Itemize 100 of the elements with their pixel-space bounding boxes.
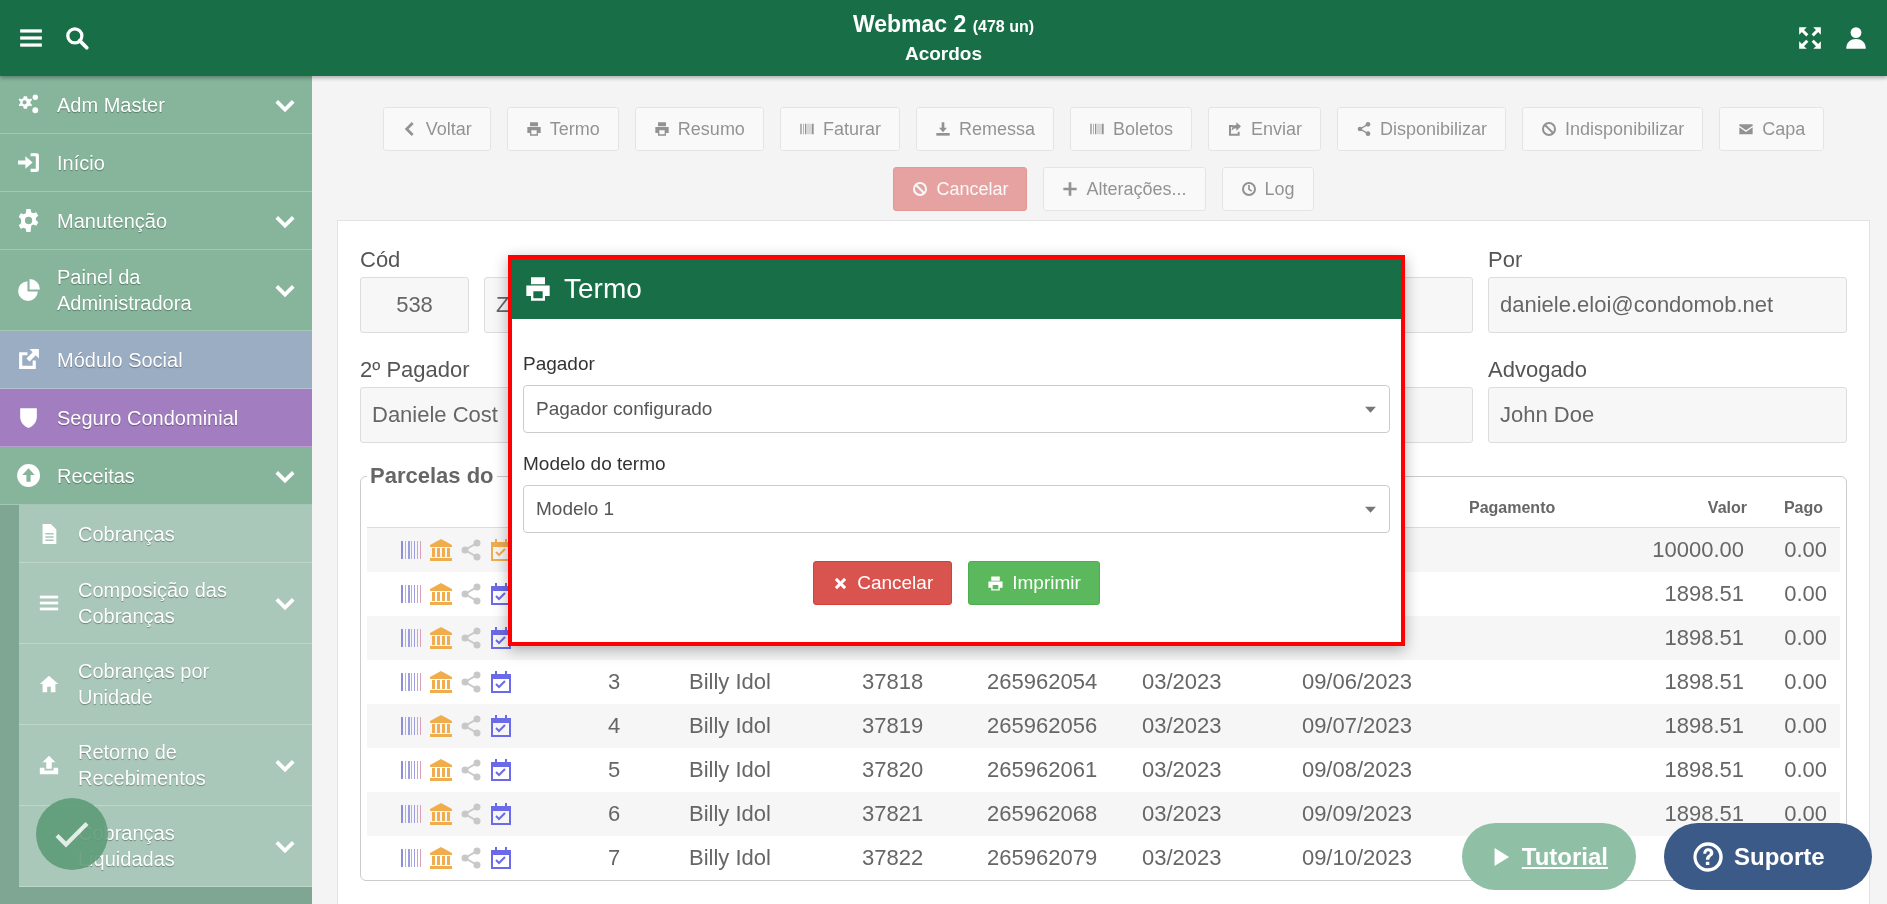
download-icon: [934, 121, 951, 137]
table-cell: 37820: [862, 757, 924, 782]
barcode-icon[interactable]: [399, 846, 423, 870]
tutorial-button[interactable]: Tutorial: [1462, 823, 1636, 890]
share-nodes-icon[interactable]: [459, 538, 483, 562]
calendar-icon[interactable]: [489, 802, 513, 826]
sidebar-item[interactable]: Painel da Administradora: [0, 250, 312, 331]
table-cell: 37822: [862, 845, 924, 870]
sidebar-subitem[interactable]: Retorno de Recebimentos: [19, 725, 312, 806]
table-cell: 265962079: [987, 845, 1098, 870]
dialog-button[interactable]: Imprimir: [968, 561, 1100, 605]
table-cell: 1898.51: [1664, 801, 1744, 826]
calendar-icon[interactable]: [489, 670, 513, 694]
sidebar-item[interactable]: Manutenção: [0, 192, 312, 250]
dropdown[interactable]: Pagador configurado: [523, 385, 1390, 433]
printer-icon: [525, 121, 542, 137]
sidebar-item[interactable]: Adm Master: [0, 76, 312, 134]
page-title: Acordos: [903, 43, 984, 65]
barcode-icon[interactable]: [399, 758, 423, 782]
calendar-icon[interactable]: [489, 758, 513, 782]
table-cell: 265962061: [987, 757, 1098, 782]
sidebar-subitem[interactable]: Cobranças por Unidade: [19, 644, 312, 725]
field-label: 2º Pagador: [360, 357, 470, 383]
dropdown[interactable]: Modelo 1: [523, 485, 1390, 533]
barcode-icon[interactable]: [399, 670, 423, 694]
table-cell: 03/2023: [1142, 757, 1222, 782]
table-cell: 0.00: [1784, 757, 1827, 782]
bank-icon[interactable]: [429, 714, 453, 738]
share-nodes-icon[interactable]: [459, 582, 483, 606]
table-cell: 7: [607, 845, 621, 870]
table-cell: 1898.51: [1664, 581, 1744, 606]
table-cell: 0.00: [1784, 537, 1827, 562]
user-icon[interactable]: [1843, 25, 1869, 51]
column-header: Pago: [1782, 499, 1824, 517]
table-cell: 0.00: [1784, 581, 1827, 606]
fullscreen-icon[interactable]: [1797, 25, 1823, 51]
barcode-icon[interactable]: [399, 626, 423, 650]
table-cell: 3: [607, 669, 621, 694]
support-button[interactable]: Suporte: [1664, 823, 1872, 890]
clock-icon: [1240, 181, 1257, 197]
share-nodes-icon[interactable]: [459, 670, 483, 694]
field-label: Advogado: [1488, 357, 1588, 383]
sidebar-subitem[interactable]: Composição das Cobranças: [19, 563, 312, 644]
table-cell: 265962056: [987, 713, 1098, 738]
field-label: Modelo do termo: [523, 453, 667, 475]
table-cell: 5: [607, 757, 621, 782]
share-nodes-icon[interactable]: [459, 626, 483, 650]
input-field[interactable]: daniele.eloi@condomob.net: [1488, 277, 1847, 333]
table-cell: 03/2023: [1142, 669, 1222, 694]
table-cell: Billy Idol: [689, 669, 771, 694]
field-label: Pagador: [523, 353, 596, 375]
calendar-icon[interactable]: [489, 714, 513, 738]
table-cell: 09/10/2023: [1301, 845, 1412, 870]
search-icon[interactable]: [64, 25, 90, 51]
barcode-icon[interactable]: [399, 538, 423, 562]
table-cell: 37821: [862, 801, 924, 826]
bank-icon[interactable]: [429, 802, 453, 826]
barcode-icon[interactable]: [399, 802, 423, 826]
bank-icon[interactable]: [429, 582, 453, 606]
share-nodes-icon: [1356, 121, 1373, 137]
share-nodes-icon[interactable]: [459, 802, 483, 826]
table-cell: 03/2023: [1142, 801, 1222, 826]
share-nodes-icon[interactable]: [459, 714, 483, 738]
input-field[interactable]: John Doe: [1488, 387, 1847, 443]
field-label: Por: [1488, 247, 1523, 273]
upload-icon: [38, 754, 60, 776]
units-count: (478 un): [972, 18, 1035, 35]
table-cell: 03/2023: [1142, 713, 1222, 738]
barcode-icon[interactable]: [399, 714, 423, 738]
sidebar-item[interactable]: Início: [0, 134, 312, 192]
bank-icon[interactable]: [429, 846, 453, 870]
table-cell: 37819: [862, 713, 924, 738]
bank-icon[interactable]: [429, 758, 453, 782]
dialog-title: Termo: [564, 273, 642, 305]
sidebar-item[interactable]: Seguro Condominial: [0, 389, 312, 447]
ban-icon: [1541, 121, 1558, 137]
bank-icon[interactable]: [429, 670, 453, 694]
table-cell: 1898.51: [1664, 713, 1744, 738]
table-cell: 0.00: [1784, 625, 1827, 650]
share-nodes-icon[interactable]: [459, 846, 483, 870]
printer-icon: [653, 121, 670, 137]
table-cell: Billy Idol: [689, 713, 771, 738]
table-cell: 0.00: [1784, 801, 1827, 826]
calendar-icon[interactable]: [489, 846, 513, 870]
input-field[interactable]: 538: [360, 277, 469, 333]
dialog-button[interactable]: Cancelar: [813, 561, 953, 605]
sidebar-item[interactable]: Receitas: [0, 447, 312, 505]
share-nodes-icon[interactable]: [459, 758, 483, 782]
table-cell: Billy Idol: [689, 801, 771, 826]
table-cell: Billy Idol: [689, 757, 771, 782]
bank-icon[interactable]: [429, 626, 453, 650]
column-header: Valor: [1706, 499, 1748, 517]
bank-icon[interactable]: [429, 538, 453, 562]
table-cell: 09/09/2023: [1301, 801, 1412, 826]
sidebar-subitem[interactable]: Cobranças: [19, 505, 312, 563]
gear-icon: [16, 208, 41, 233]
table-cell: 1898.51: [1664, 757, 1744, 782]
table-cell: 09/07/2023: [1301, 713, 1412, 738]
barcode-icon[interactable]: [399, 582, 423, 606]
sidebar-item[interactable]: Módulo Social: [0, 331, 312, 389]
